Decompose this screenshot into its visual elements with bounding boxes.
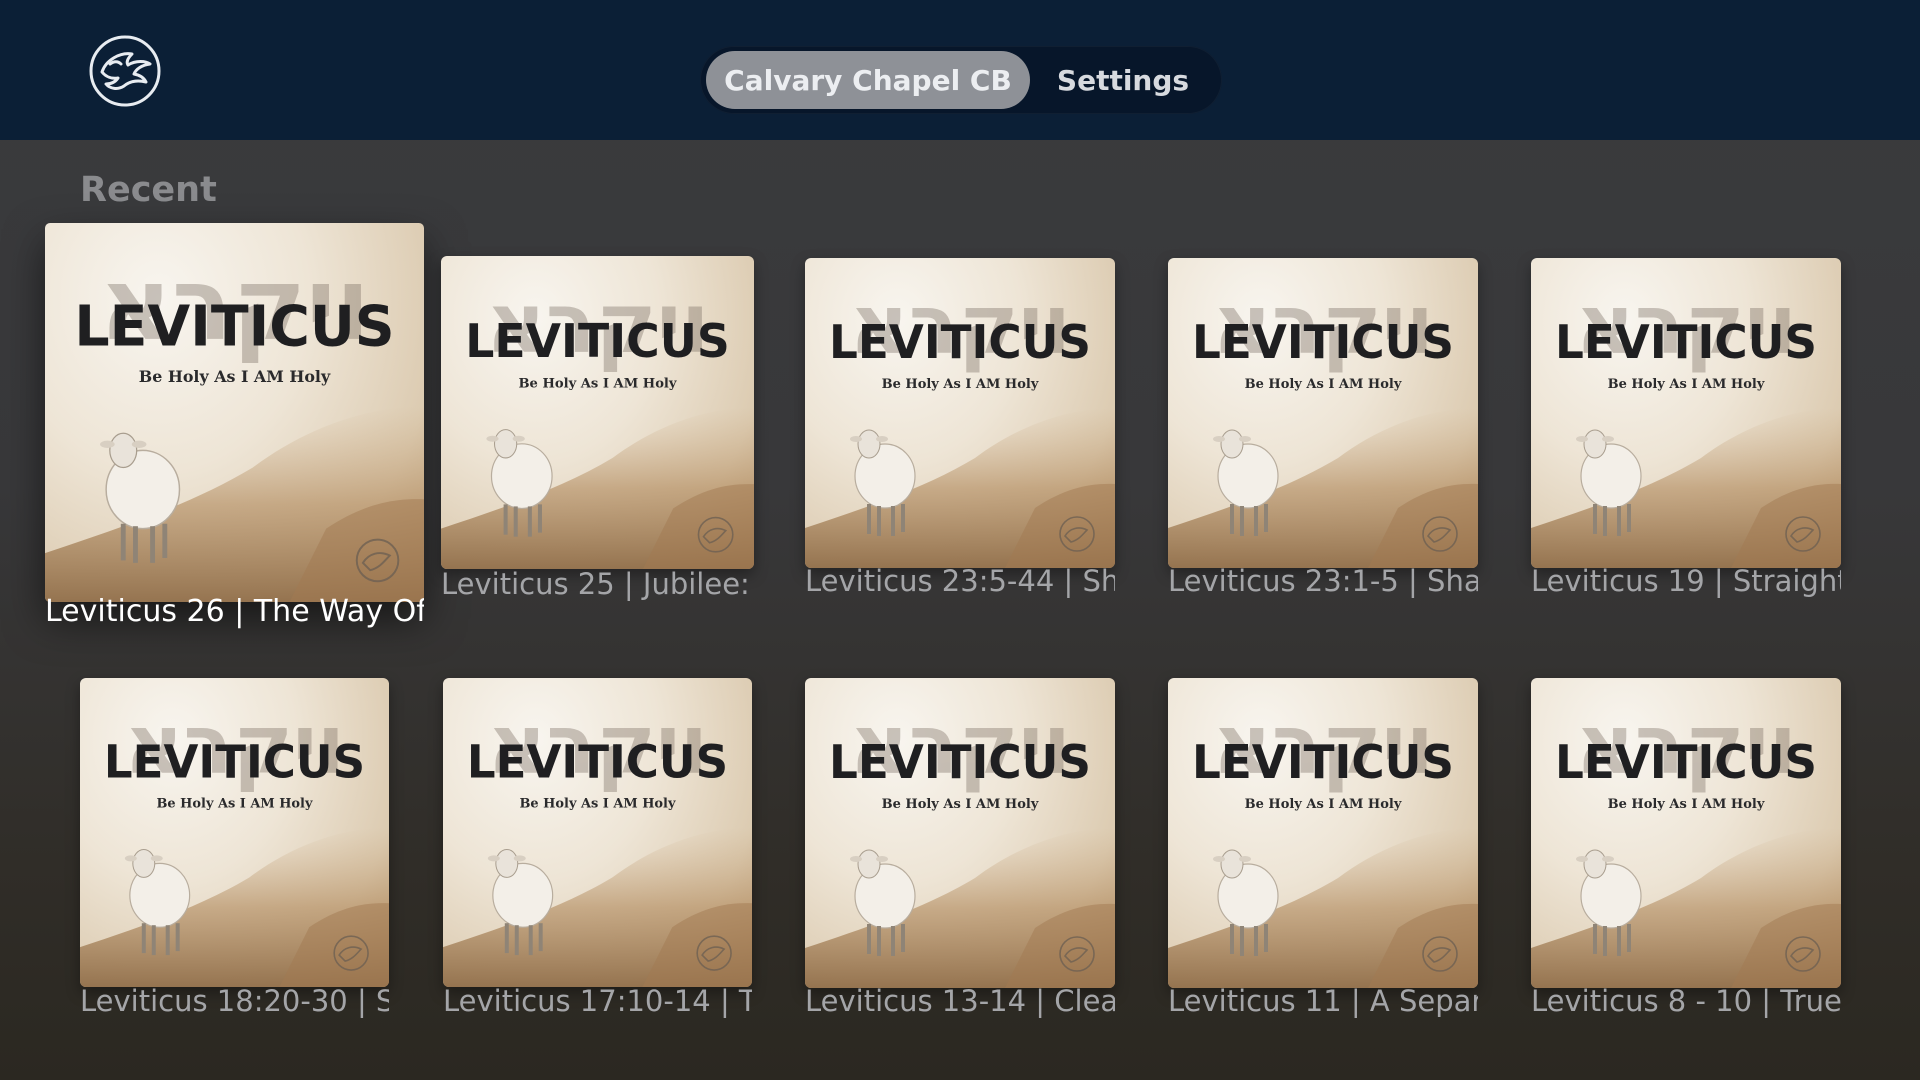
artwork-subtitle: Be Holy As I AM Holy xyxy=(882,377,1039,392)
episode-artwork: ויקרא LEVITICUS Be Holy As I AM Holy xyxy=(805,678,1115,988)
top-bar: Calvary Chapel CB Settings xyxy=(0,0,1920,140)
episode-artwork: ויקרא LEVITICUS Be Holy As I AM Holy xyxy=(805,258,1115,568)
episode-title: Leviticus 13-14 | Clean xyxy=(805,984,1115,1018)
episode-artwork: ויקרא LEVITICUS Be Holy As I AM Holy xyxy=(441,256,754,569)
episode-artwork: ויקרא LEVITICUS Be Holy As I AM Holy xyxy=(443,678,752,987)
artwork-title: LEVITICUS xyxy=(74,294,394,359)
episode-artwork: ויקרא LEVITICUS Be Holy As I AM Holy xyxy=(1168,258,1478,568)
episode-title: Leviticus 11 | A Separa xyxy=(1168,984,1478,1018)
artwork-title: LEVITICUS xyxy=(829,735,1091,789)
artwork-subtitle: Be Holy As I AM Holy xyxy=(520,797,676,812)
calvary-chapel-dove-icon xyxy=(89,35,161,107)
artwork-title: LEVITICUS xyxy=(1192,315,1454,369)
episode-artwork: ויקרא LEVITICUS Be Holy As I AM Holy xyxy=(1531,678,1841,988)
episode-title: Leviticus 23:1-5 | Shac xyxy=(1168,564,1478,598)
artwork-title: LEVITICUS xyxy=(1555,315,1817,369)
episode-title: Leviticus 19 | Straight xyxy=(1531,564,1841,598)
episode-artwork: ויקרא LEVITICUS Be Holy As I AM Holy xyxy=(1531,258,1841,568)
artwork-title: LEVITICUS xyxy=(465,314,730,368)
episode-artwork: ויקרא LEVITICUS Be Holy As I AM Holy xyxy=(1168,678,1478,988)
artwork-subtitle: Be Holy As I AM Holy xyxy=(1608,377,1765,392)
tab-calvary-chapel-cb[interactable]: Calvary Chapel CB xyxy=(706,51,1030,109)
episode-title: Leviticus 26 | The Way Of B xyxy=(45,594,424,629)
episode-artwork: ויקרא LEVITICUS Be Holy As I AM Holy xyxy=(45,223,424,602)
episode-title: Leviticus 17:10-14 | Th xyxy=(443,984,752,1018)
artwork-subtitle: Be Holy As I AM Holy xyxy=(518,376,676,391)
episode-title: Leviticus 23:5-44 | Sh xyxy=(805,564,1115,598)
artwork-subtitle: Be Holy As I AM Holy xyxy=(1608,797,1765,812)
episode-artwork: ויקרא LEVITICUS Be Holy As I AM Holy xyxy=(80,678,389,987)
artwork-title: LEVITICUS xyxy=(1192,735,1454,789)
artwork-title: LEVITICUS xyxy=(1555,735,1817,789)
episode-title: Leviticus 25 | Jubilee: ( xyxy=(441,567,754,601)
artwork-subtitle: Be Holy As I AM Holy xyxy=(139,367,331,386)
artwork-subtitle: Be Holy As I AM Holy xyxy=(157,797,313,812)
artwork-subtitle: Be Holy As I AM Holy xyxy=(1245,797,1402,812)
section-title-recent: Recent xyxy=(80,170,217,210)
episode-title: Leviticus 18:20-30 | St xyxy=(80,984,389,1018)
artwork-subtitle: Be Holy As I AM Holy xyxy=(1245,377,1402,392)
tab-settings[interactable]: Settings xyxy=(1030,51,1216,109)
artwork-title: LEVITICUS xyxy=(104,735,365,789)
artwork-subtitle: Be Holy As I AM Holy xyxy=(882,797,1039,812)
episode-title: Leviticus 8 - 10 | True \ xyxy=(1531,984,1841,1018)
top-tab-bar: Calvary Chapel CB Settings xyxy=(700,46,1222,114)
artwork-title: LEVITICUS xyxy=(467,735,728,789)
artwork-title: LEVITICUS xyxy=(829,315,1091,369)
